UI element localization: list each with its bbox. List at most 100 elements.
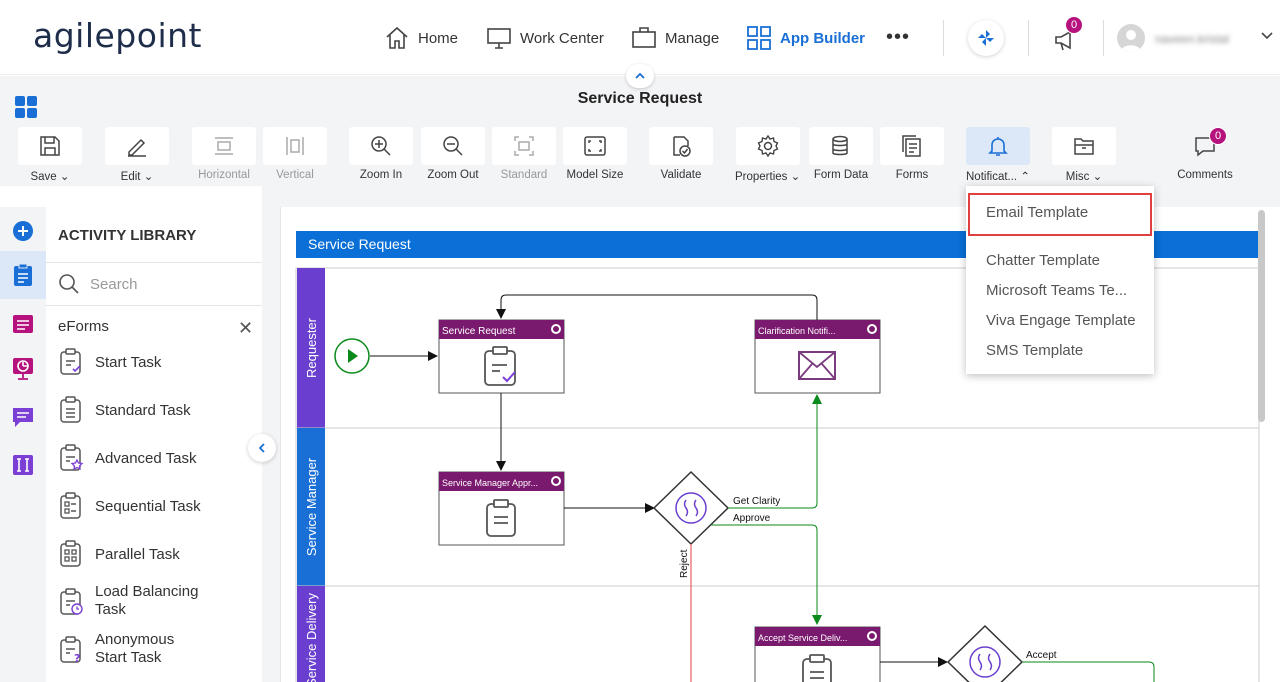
activity-library-panel: ACTIVITY LIBRARY Search eForms ✕ Start T… bbox=[46, 207, 262, 682]
validate-button[interactable]: Validate bbox=[649, 127, 713, 183]
library-item-label: Anonymous Start Task bbox=[95, 631, 175, 666]
collapse-library-button[interactable] bbox=[248, 434, 276, 462]
validate-icon bbox=[673, 136, 691, 157]
menu-item-sms-template[interactable]: SMS Template bbox=[986, 342, 1083, 359]
library-item-parallel-task[interactable]: Parallel Task bbox=[58, 539, 180, 569]
page-title: Service Request bbox=[577, 90, 703, 107]
nav-app-builder[interactable]: App Builder bbox=[746, 22, 865, 54]
database-icon bbox=[832, 135, 848, 156]
misc-button[interactable]: Misc ⌄ bbox=[1052, 127, 1116, 183]
zoom-in-button[interactable]: Zoom In bbox=[349, 127, 413, 183]
library-item-load-balancing-task[interactable]: Load Balancing Task bbox=[58, 583, 215, 619]
nav-divider bbox=[1028, 20, 1029, 56]
user-menu-chevron-icon[interactable] bbox=[1260, 28, 1274, 47]
user-name: naveen.kristal bbox=[1155, 32, 1230, 46]
chevron-down-icon: ⌄ bbox=[790, 171, 801, 183]
menu-item-teams-template[interactable]: Microsoft Teams Te... bbox=[986, 282, 1127, 299]
library-search-input[interactable]: Search bbox=[46, 262, 262, 306]
zoom-in-label: Zoom In bbox=[359, 169, 403, 181]
edit-label: Edit bbox=[120, 171, 141, 183]
notifications-button[interactable]: Notificat... ⌃ bbox=[966, 127, 1030, 183]
forms-button[interactable]: Forms bbox=[880, 127, 944, 183]
task-title-accept-delivery: Accept Service Deliv... bbox=[758, 633, 847, 643]
more-menu-icon[interactable]: ••• bbox=[886, 26, 910, 49]
flow-label-accept: Accept bbox=[1026, 650, 1057, 661]
start-task-icon bbox=[60, 348, 81, 375]
menu-item-chatter-template[interactable]: Chatter Template bbox=[986, 252, 1100, 269]
nav-work-center[interactable]: Work Center bbox=[486, 22, 604, 54]
library-item-start-task[interactable]: Start Task bbox=[58, 347, 161, 377]
add-icon[interactable] bbox=[11, 219, 35, 243]
library-item-anonymous-start-task[interactable]: ? Anonymous Start Task bbox=[58, 631, 195, 667]
report-icon[interactable] bbox=[11, 357, 35, 381]
left-rail bbox=[0, 207, 46, 682]
notifications-label: Notificat... bbox=[966, 171, 1018, 183]
nav-app-builder-label: App Builder bbox=[780, 29, 865, 47]
notification-count-badge: 0 bbox=[1065, 16, 1083, 34]
menu-item-viva-engage-template[interactable]: Viva Engage Template bbox=[986, 312, 1136, 329]
library-item-label: Advanced Task bbox=[95, 449, 197, 467]
user-avatar[interactable] bbox=[1117, 24, 1145, 52]
library-item-label: Start Task bbox=[95, 353, 162, 371]
app-builder-icon bbox=[747, 26, 771, 50]
library-item-sequential-task[interactable]: Sequential Task bbox=[58, 491, 201, 521]
home-icon bbox=[386, 26, 408, 49]
document-icon[interactable] bbox=[11, 312, 35, 336]
nav-manage-label: Manage bbox=[665, 29, 720, 47]
ai-assistant-button[interactable] bbox=[968, 20, 1004, 56]
library-item-advanced-task[interactable]: Advanced Task bbox=[58, 443, 196, 473]
integration-icon[interactable] bbox=[11, 453, 35, 477]
svg-text:?: ? bbox=[74, 652, 80, 665]
nav-work-center-label: Work Center bbox=[520, 29, 604, 47]
search-placeholder: Search bbox=[90, 275, 138, 293]
gateway-icon bbox=[969, 646, 1001, 678]
form-data-button[interactable]: Form Data bbox=[809, 127, 873, 183]
task-title-manager-approval: Service Manager Appr... bbox=[442, 478, 538, 488]
zoom-in-icon bbox=[371, 136, 391, 156]
standard-size-icon bbox=[514, 136, 534, 156]
canvas-scrollbar[interactable] bbox=[1258, 210, 1265, 422]
clipboard-icon[interactable] bbox=[11, 263, 35, 287]
menu-item-email-template[interactable]: Email Template bbox=[986, 204, 1088, 221]
vertical-layout-icon bbox=[286, 137, 304, 155]
zoom-out-button[interactable]: Zoom Out bbox=[421, 127, 485, 183]
edit-button[interactable]: Edit ⌄ bbox=[105, 127, 169, 183]
flow-label-get-clarity: Get Clarity bbox=[733, 496, 780, 507]
agilepoint-logo[interactable]: agilepoint bbox=[33, 16, 202, 55]
announcements-button[interactable]: 0 bbox=[1052, 16, 1083, 54]
lane-label-service-delivery: Service Delivery bbox=[304, 593, 319, 682]
save-label: Save bbox=[30, 171, 57, 183]
horizontal-button[interactable]: Horizontal bbox=[192, 127, 256, 183]
chevron-up-icon bbox=[635, 72, 645, 79]
vertical-button[interactable]: Vertical bbox=[263, 127, 327, 183]
pool-title: Service Request bbox=[308, 236, 411, 252]
task-title-clarification: Clarification Notifi... bbox=[758, 326, 836, 336]
nav-manage[interactable]: Manage bbox=[631, 22, 719, 54]
flow-label-approve: Approve bbox=[733, 513, 771, 524]
message-icon[interactable] bbox=[11, 405, 35, 429]
save-button[interactable]: Save ⌄ bbox=[18, 127, 82, 183]
library-item-label: Parallel Task bbox=[95, 545, 180, 563]
model-size-label: Model Size bbox=[566, 169, 624, 181]
standard-button[interactable]: Standard bbox=[492, 127, 556, 183]
standard-label: Standard bbox=[500, 169, 548, 181]
nav-home[interactable]: Home bbox=[384, 22, 458, 54]
library-title: ACTIVITY LIBRARY bbox=[58, 227, 197, 244]
pinwheel-icon bbox=[978, 30, 994, 46]
parallel-task-icon bbox=[60, 540, 81, 567]
search-icon bbox=[59, 274, 79, 294]
chevron-down-icon: ⌄ bbox=[59, 171, 70, 183]
comments-button[interactable]: Comments 0 bbox=[1173, 127, 1237, 183]
nav-home-label: Home bbox=[418, 29, 459, 47]
horizontal-label: Horizontal bbox=[198, 169, 250, 181]
chevron-up-icon: ⌃ bbox=[1020, 171, 1030, 183]
standard-task-icon bbox=[60, 396, 81, 423]
form-data-label: Form Data bbox=[813, 169, 869, 181]
bell-icon bbox=[988, 137, 1008, 156]
properties-button[interactable]: Properties ⌄ bbox=[735, 127, 800, 183]
model-size-button[interactable]: Model Size bbox=[563, 127, 627, 183]
library-item-standard-task[interactable]: Standard Task bbox=[58, 395, 191, 425]
forms-icon bbox=[902, 135, 921, 157]
collapse-header-button[interactable] bbox=[626, 64, 654, 88]
close-icon[interactable]: ✕ bbox=[238, 318, 253, 339]
